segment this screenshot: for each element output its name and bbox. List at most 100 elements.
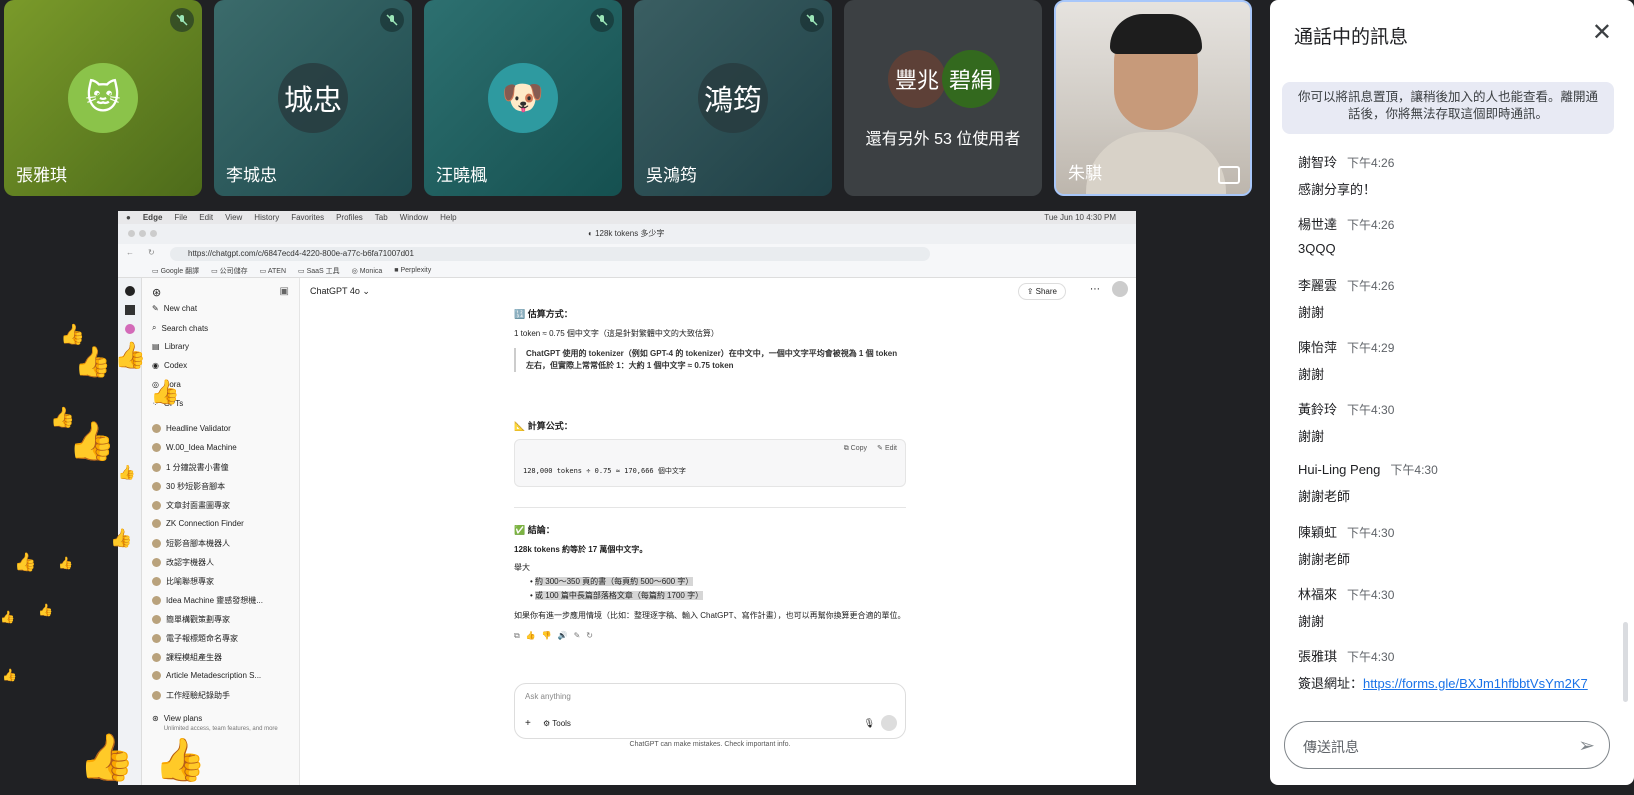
tab-title[interactable]: ◐ 128k tokens 多少字 xyxy=(588,228,664,239)
reaction-thumb-icon: 👍 xyxy=(114,340,147,370)
menu-edge[interactable]: Edge xyxy=(143,213,163,222)
gpt-list-item[interactable]: 課程模組產生器 xyxy=(152,652,222,663)
gpt-list-item[interactable]: Idea Machine 靈感發想機... xyxy=(152,595,263,606)
participant-tile[interactable]: 朱騏 xyxy=(1054,0,1252,196)
roughly-text: 舉大 xyxy=(514,562,530,572)
menu-help[interactable]: Help xyxy=(440,213,456,222)
plus-icon[interactable]: + xyxy=(525,718,531,729)
bookmark-item[interactable]: ▭ 公司儲存 xyxy=(211,266,248,276)
composer-input[interactable]: Ask anything xyxy=(525,692,571,701)
message-sender: 林福來 xyxy=(1298,586,1338,602)
gpt-sidebar-item[interactable]: ▤ Library xyxy=(152,342,189,351)
gpt-sidebar-item[interactable]: ⌕ Search chats xyxy=(152,323,208,333)
bookmark-item[interactable]: ▭ Google 翻譯 xyxy=(152,266,199,276)
avatar[interactable] xyxy=(1112,281,1128,297)
composer: Ask anything + ⚙ Tools 🎙 xyxy=(514,683,906,739)
copy-button[interactable]: ⧉ Copy xyxy=(844,444,867,455)
gpt-list-item[interactable]: ZK Connection Finder xyxy=(152,519,244,528)
back-icon[interactable]: ← xyxy=(126,248,134,257)
message-sender: 楊世達 xyxy=(1298,216,1338,232)
mic-icon[interactable]: 🎙 xyxy=(864,718,875,729)
participant-tile[interactable]: 城忠 李城忠 xyxy=(214,0,412,196)
message-link[interactable]: https://forms.gle/BXJm1hfbbtVsYm2K7 xyxy=(1363,676,1588,691)
chat-message: 李麗雲 下午4:26 謝謝 xyxy=(1298,275,1618,321)
more-icon[interactable]: ⋯ xyxy=(1090,284,1100,295)
message-actions[interactable]: ⧉👍👎🔊✎↻ xyxy=(514,630,906,642)
openai-tab-icon[interactable] xyxy=(125,286,135,296)
gpt-sidebar: ⊛ ▣ ✎ New chat ⌕ Search chats ▤ Library ◉ Codex… xyxy=(142,278,300,785)
gpt-avatar-icon xyxy=(152,558,161,567)
code-block: ⧉ Copy ✎ Edit 128,000 tokens ÷ 0.75 ≈ 17… xyxy=(514,439,906,487)
gpt-list-item[interactable]: 文章封面畫圖專家 xyxy=(152,500,230,511)
menu-view[interactable]: View xyxy=(225,213,242,222)
reaction-thumb-icon: 👍 xyxy=(2,668,17,682)
avatar: 鴻筠 xyxy=(698,63,768,133)
gpt-avatar-icon xyxy=(152,691,161,700)
bookmark-item[interactable]: ▭ SaaS 工具 xyxy=(298,266,340,276)
menu-window[interactable]: Window xyxy=(400,213,428,222)
gpt-sidebar-item[interactable]: ◉ Codex xyxy=(152,361,187,370)
sidebar-toggle-icon[interactable]: ▣ xyxy=(280,286,289,297)
participant-tile[interactable]: 🐶 汪曉楓 xyxy=(424,0,622,196)
tab-icon[interactable] xyxy=(125,305,135,315)
tab-icon[interactable] xyxy=(125,324,135,334)
message-text: 3QQQ xyxy=(1298,240,1336,256)
gpt-list-item[interactable]: 工作經驗紀錄助手 xyxy=(152,690,230,701)
mic-off-icon xyxy=(380,8,404,32)
gpt-list-item[interactable]: Headline Validator xyxy=(152,424,231,433)
gpt-list-item[interactable]: 電子報標題命名專家 xyxy=(152,633,238,644)
gpt-list-item[interactable]: 簡單構觀策劃專家 xyxy=(152,614,230,625)
conclusion-text: 128k tokens 約等於 17 萬個中文字。 xyxy=(514,544,648,554)
message-time: 下午4:26 xyxy=(1347,217,1395,232)
gpt-list-item[interactable]: 改認字機器人 xyxy=(152,557,214,568)
gpt-list-item[interactable]: 30 秒短影音腳本 xyxy=(152,481,225,492)
followup-text: 如果你有進一步應用情境（比如：整理逐字稿、輸入 ChatGPT、寫作計畫），也可… xyxy=(514,610,906,620)
menu-profiles[interactable]: Profiles xyxy=(336,213,363,222)
menu-tab[interactable]: Tab xyxy=(375,213,388,222)
participant-tile[interactable]: 鴻筠 吳鴻筠 xyxy=(634,0,832,196)
view-plans[interactable]: ⊛ View plans Unlimited access, team featur… xyxy=(152,714,278,732)
message-text: 謝謝老師 xyxy=(1298,552,1351,568)
message-time: 下午4:29 xyxy=(1347,341,1395,356)
voice-button[interactable] xyxy=(881,715,897,731)
send-icon[interactable]: ➢ xyxy=(1578,733,1595,758)
gpt-list-item[interactable]: 1 分鐘說書小書僮 xyxy=(152,462,229,473)
gpt-list-item[interactable]: Article Metadescription S... xyxy=(152,671,261,680)
mac-menu-bar: ● Edge File Edit View History Favorites … xyxy=(118,211,1136,224)
model-selector[interactable]: ChatGPT 4o ⌄ xyxy=(310,286,370,297)
scrollbar[interactable] xyxy=(1623,622,1628,702)
gpt-avatar-icon xyxy=(152,615,161,624)
bookmark-item[interactable]: ◎ Monica xyxy=(352,267,383,275)
menu-history[interactable]: History xyxy=(254,213,279,222)
gpt-avatar-icon xyxy=(152,634,161,643)
gpt-sidebar-item[interactable]: ✎ New chat xyxy=(152,304,197,313)
participant-tile[interactable]: 🐱 張雅琪 xyxy=(4,0,202,196)
gpt-list-item[interactable]: 比喻聯想專家 xyxy=(152,576,214,587)
close-icon[interactable]: ✕ xyxy=(1592,18,1612,47)
reaction-thumb-icon: 👍 xyxy=(68,421,116,463)
participant-name: 朱騏 xyxy=(1068,164,1102,183)
menu-edit[interactable]: Edit xyxy=(199,213,213,222)
gpt-list-item[interactable]: 短影音腳本機器人 xyxy=(152,538,230,549)
menu-file[interactable]: File xyxy=(174,213,187,222)
mic-off-icon xyxy=(590,8,614,32)
chat-title: 通話中的訊息 xyxy=(1294,27,1409,48)
bookmark-item[interactable]: ■ Perplexity xyxy=(394,267,431,274)
mic-off-icon xyxy=(800,8,824,32)
url-field[interactable]: https://chatgpt.com/c/6847ecd4-4220-800e… xyxy=(170,247,930,261)
pip-icon[interactable] xyxy=(1218,166,1240,184)
message-time: 下午4:30 xyxy=(1347,649,1395,664)
reload-icon[interactable]: ↻ xyxy=(148,248,155,257)
participant-tile[interactable]: 豐兆 碧絹 還有另外 53 位使用者 xyxy=(844,0,1042,196)
share-button[interactable]: ⇪ Share xyxy=(1017,283,1066,300)
chat-message: 謝智玲 下午4:26 感謝分享的！ xyxy=(1298,152,1618,198)
menu-favorites[interactable]: Favorites xyxy=(291,213,324,222)
shared-screen: ● Edge File Edit View History Favorites … xyxy=(118,211,1136,785)
tools-button[interactable]: ⚙ Tools xyxy=(543,719,571,728)
bookmark-item[interactable]: ▭ ATEN xyxy=(260,267,286,275)
message-input[interactable]: 傳送訊息 ➢ xyxy=(1284,721,1610,769)
gpt-list-item[interactable]: W.00_Idea Machine xyxy=(152,443,237,452)
message-text: 簽退網址： xyxy=(1298,675,1364,691)
edit-button[interactable]: ✎ Edit xyxy=(877,444,897,455)
sidebar-item-icon: ▤ xyxy=(152,342,160,351)
